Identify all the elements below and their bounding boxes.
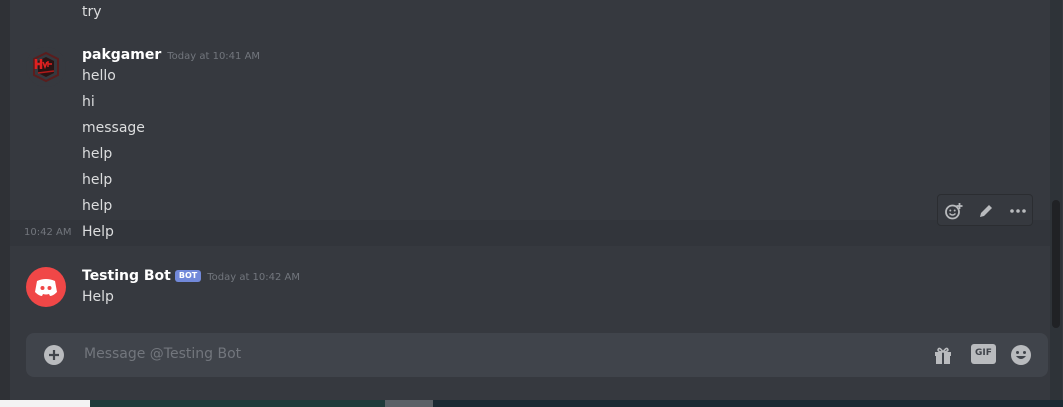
edit-icon[interactable] xyxy=(976,201,996,221)
avatar-hive-icon xyxy=(26,47,66,87)
message-text: hello xyxy=(82,68,116,84)
hover-timestamp: 10:42 AM xyxy=(24,227,72,238)
message-text: Help xyxy=(82,224,114,240)
message-header: pakgamer Today at 10:41 AM xyxy=(82,46,260,66)
chat-area: try pakgamer Today at 10:41 AM hello hi m… xyxy=(10,0,1050,400)
message-input[interactable] xyxy=(82,345,786,363)
message-text: message xyxy=(82,120,145,136)
scrollbar-thumb[interactable] xyxy=(1052,200,1060,328)
avatar[interactable] xyxy=(26,47,66,87)
message-text: try xyxy=(82,4,102,20)
taskbar-strip xyxy=(0,400,1063,407)
message-timestamp[interactable]: Today at 10:41 AM xyxy=(167,51,260,62)
taskbar-segment xyxy=(385,400,433,407)
username[interactable]: Testing Bot xyxy=(82,268,171,284)
gif-label: GIF xyxy=(975,348,992,358)
message-text: hi xyxy=(82,94,95,110)
message-text: help xyxy=(82,198,113,214)
message-composer: GIF xyxy=(26,333,1048,377)
taskbar-segment xyxy=(90,400,385,407)
upload-plus-icon[interactable] xyxy=(44,345,64,369)
message-actions-toolbar xyxy=(937,194,1033,226)
message-timestamp[interactable]: Today at 10:42 AM xyxy=(207,272,300,283)
avatar[interactable] xyxy=(26,267,66,307)
more-icon[interactable] xyxy=(1008,201,1028,221)
bot-badge: BOT xyxy=(174,270,202,282)
message-header: Testing Bot BOT Today at 10:42 AM xyxy=(82,267,300,287)
message-text: help xyxy=(82,146,113,162)
left-edge xyxy=(0,0,10,400)
hovered-message-row[interactable] xyxy=(10,220,1050,246)
gif-button[interactable]: GIF xyxy=(971,344,996,364)
discord-logo-icon xyxy=(35,279,57,296)
add-reaction-icon[interactable] xyxy=(944,201,964,221)
username[interactable]: pakgamer xyxy=(82,47,161,63)
message-text: help xyxy=(82,172,113,188)
emoji-icon[interactable] xyxy=(1010,344,1032,370)
taskbar-segment xyxy=(0,400,90,407)
message-text: Help xyxy=(82,289,114,305)
gift-icon[interactable] xyxy=(932,344,954,370)
